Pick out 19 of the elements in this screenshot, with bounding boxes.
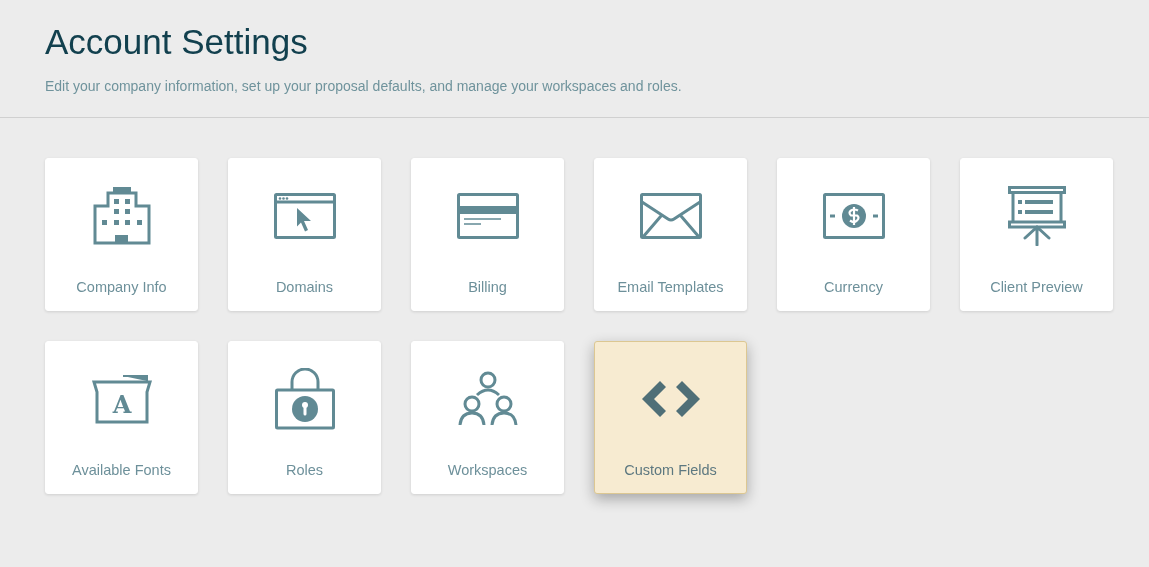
settings-tile[interactable]: Email Templates — [594, 158, 747, 311]
padlock-icon — [274, 368, 335, 430]
settings-tile[interactable]: Billing — [411, 158, 564, 311]
envelope-icon — [639, 193, 702, 239]
settings-tile[interactable]: Workspaces — [411, 341, 564, 494]
settings-tile[interactable]: Company Info — [45, 158, 198, 311]
settings-tile[interactable]: Custom Fields — [594, 341, 747, 494]
settings-tile[interactable]: Roles — [228, 341, 381, 494]
settings-tile[interactable]: A Available Fonts — [45, 341, 198, 494]
people-group-icon — [456, 371, 519, 427]
credit-card-icon — [456, 193, 519, 239]
presentation-board-icon — [1007, 186, 1066, 246]
page-title: Account Settings — [45, 22, 309, 62]
settings-tile[interactable]: Client Preview — [960, 158, 1113, 311]
settings-tile[interactable]: Currency — [777, 158, 930, 311]
browser-cursor-icon — [273, 193, 336, 239]
settings-tile[interactable]: Domains — [228, 158, 381, 311]
banknote-icon — [822, 193, 885, 239]
page-subtitle: Edit your company information, set up your proposal defaults, and manage your workspaces and roles. — [45, 78, 683, 94]
